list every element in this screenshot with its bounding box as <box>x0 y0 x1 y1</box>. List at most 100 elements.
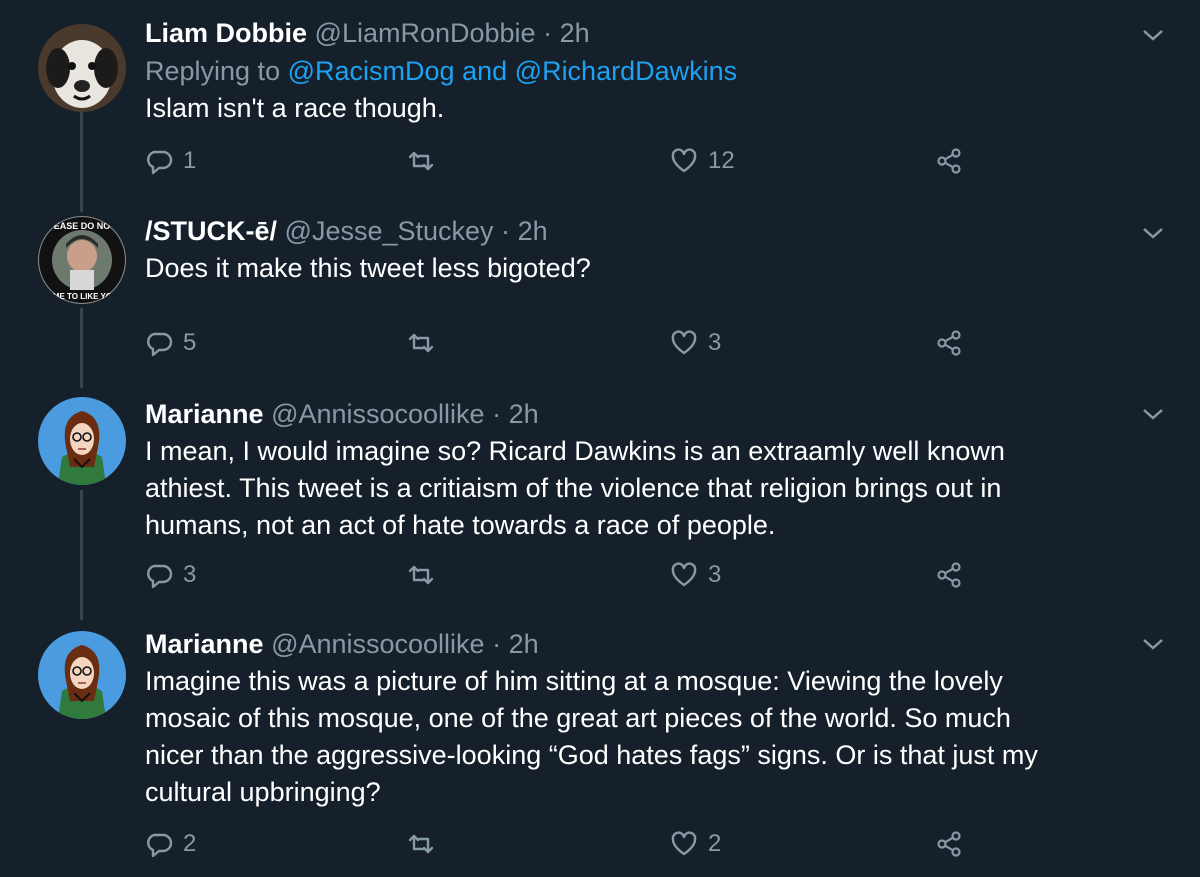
display-name[interactable]: /STUCK-ē/ <box>145 216 277 246</box>
retweet-icon <box>408 333 434 353</box>
user-handle[interactable]: @Annissocoollike <box>271 629 485 659</box>
avatar-image <box>38 631 126 719</box>
like-count: 2 <box>708 830 722 857</box>
timestamp[interactable]: 2h <box>509 629 539 659</box>
share-icon <box>937 831 961 857</box>
tweet-text-line: humans, not an act of hate towards a rac… <box>145 510 776 540</box>
reply-count: 5 <box>183 329 197 356</box>
timestamp[interactable]: 2h <box>560 18 590 48</box>
tweet-actions: 3 3 <box>145 560 1145 590</box>
retweet-icon <box>408 834 434 854</box>
like-count: 3 <box>708 561 722 588</box>
avatar[interactable] <box>38 631 126 719</box>
chevron-down-icon <box>1143 228 1163 239</box>
share-button[interactable] <box>935 829 963 859</box>
retweet-button[interactable] <box>407 328 445 358</box>
chevron-down-icon <box>1143 639 1163 650</box>
reply-icon <box>147 332 173 357</box>
tweet[interactable]: Liam Dobbie @LiamRonDobbie · 2h Replying… <box>0 0 1200 200</box>
reply-icon <box>147 564 173 589</box>
separator: · <box>501 216 511 246</box>
display-name[interactable]: Marianne <box>145 629 264 659</box>
like-count: 12 <box>708 147 735 174</box>
heart-icon <box>671 562 697 587</box>
replying-to-label: Replying to <box>145 56 281 86</box>
reply-button[interactable]: 2 <box>145 829 196 859</box>
tweet-header: /STUCK-ē/ @Jesse_Stuckey · 2h <box>145 212 1145 250</box>
tweet-menu-button[interactable] <box>1140 224 1166 242</box>
heart-icon <box>671 148 697 173</box>
tweet-thread: Liam Dobbie @LiamRonDobbie · 2h Replying… <box>0 0 1200 877</box>
heart-icon <box>671 831 697 856</box>
share-button[interactable] <box>935 560 963 590</box>
like-button[interactable]: 2 <box>670 829 721 859</box>
share-icon <box>937 562 961 588</box>
retweet-button[interactable] <box>407 829 445 859</box>
tweet[interactable]: Marianne @Annissocoollike · 2h I mean, I… <box>0 385 1200 615</box>
share-icon <box>937 330 961 356</box>
tweet-actions: 5 3 <box>145 328 1145 358</box>
like-button[interactable]: 12 <box>670 146 735 176</box>
avatar[interactable]: EASE DO NO TE ME TO LIKE YOUR <box>38 216 126 304</box>
tweet[interactable]: Marianne @Annissocoollike · 2h Imagine t… <box>0 615 1200 877</box>
reply-button[interactable]: 1 <box>145 146 196 176</box>
tweet-text-line: Imagine this was a picture of him sittin… <box>145 666 1003 696</box>
user-handle[interactable]: @LiamRonDobbie <box>315 18 536 48</box>
tweet-header: Liam Dobbie @LiamRonDobbie · 2h <box>145 14 1145 52</box>
separator: · <box>492 399 502 429</box>
tweet-text-line: cultural upbringing? <box>145 777 381 807</box>
tweet-header: Marianne @Annissocoollike · 2h <box>145 395 1145 433</box>
share-button[interactable] <box>935 146 963 176</box>
tweet-menu-button[interactable] <box>1140 635 1166 653</box>
avatar-badge-text: EASE DO NO <box>54 221 111 231</box>
retweet-icon <box>408 565 434 585</box>
share-icon <box>937 148 961 174</box>
reply-button[interactable]: 5 <box>145 328 196 358</box>
avatar-image <box>38 24 126 112</box>
reply-icon <box>147 833 173 858</box>
user-handle[interactable]: @Annissocoollike <box>271 399 485 429</box>
reply-count: 1 <box>183 147 197 174</box>
tweet-actions: 1 12 <box>145 146 1145 176</box>
avatar-badge-text: TE ME TO LIKE YOUR <box>40 292 123 301</box>
tweet-actions: 2 2 <box>145 829 1145 859</box>
display-name[interactable]: Liam Dobbie <box>145 18 307 48</box>
mention-link[interactable]: @RichardDawkins <box>515 56 737 86</box>
tweet-text-line: nicer than the aggressive-looking “God h… <box>145 740 1038 770</box>
reply-count: 2 <box>183 830 197 857</box>
reply-count: 3 <box>183 561 197 588</box>
tweet-text-line: mosaic of this mosque, one of the great … <box>145 703 1011 733</box>
chevron-down-icon <box>1143 409 1163 420</box>
tweet-text-line: athiest. This tweet is a critiaism of th… <box>145 473 1002 503</box>
tweet-text-line: I mean, I would imagine so? Ricard Dawki… <box>145 436 1005 466</box>
reply-icon <box>147 150 173 175</box>
timestamp[interactable]: 2h <box>509 399 539 429</box>
display-name[interactable]: Marianne <box>145 399 264 429</box>
separator: · <box>492 629 502 659</box>
avatar-image <box>38 397 126 485</box>
like-count: 3 <box>708 329 722 356</box>
mention-conjunction[interactable]: and <box>462 56 507 86</box>
replying-to: Replying to @RacismDog and @RichardDawki… <box>145 52 1145 90</box>
tweet-menu-button[interactable] <box>1140 26 1166 44</box>
like-button[interactable]: 3 <box>670 560 721 590</box>
tweet-menu-button[interactable] <box>1140 405 1166 423</box>
chevron-down-icon <box>1143 30 1163 41</box>
mention-link[interactable]: @RacismDog <box>288 56 455 86</box>
avatar[interactable] <box>38 397 126 485</box>
timestamp[interactable]: 2h <box>518 216 548 246</box>
heart-icon <box>671 330 697 355</box>
user-handle[interactable]: @Jesse_Stuckey <box>285 216 494 246</box>
tweet-header: Marianne @Annissocoollike · 2h <box>145 625 1145 663</box>
like-button[interactable]: 3 <box>670 328 721 358</box>
retweet-button[interactable] <box>407 146 445 176</box>
tweet[interactable]: EASE DO NO TE ME TO LIKE YOUR /STUCK-ē/ … <box>0 200 1200 385</box>
separator: · <box>543 18 553 48</box>
tweet-text: Islam isn't a race though. <box>145 93 445 123</box>
reply-button[interactable]: 3 <box>145 560 196 590</box>
share-button[interactable] <box>935 328 963 358</box>
avatar-image: EASE DO NO TE ME TO LIKE YOUR <box>38 216 126 304</box>
retweet-icon <box>408 151 434 171</box>
avatar[interactable] <box>38 24 126 112</box>
retweet-button[interactable] <box>407 560 445 590</box>
